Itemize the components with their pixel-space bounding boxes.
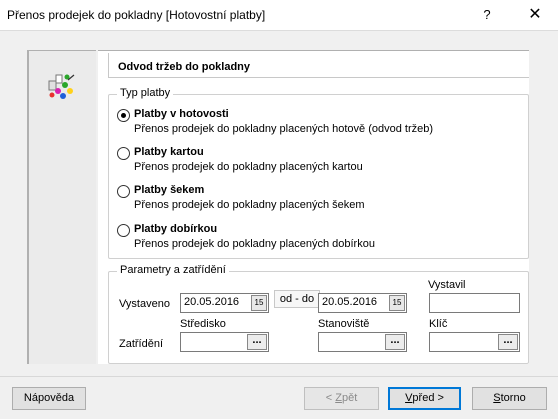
date-to-calendar-icon[interactable]: 15 [389,295,405,311]
back-accesskey: Z [335,392,342,404]
payment-type-group: Typ platby Platby v hotovosti Přenos pro… [108,87,529,259]
date-to-field[interactable]: 20.05.2016 15 [318,293,407,313]
title-bar: Přenos prodejek do pokladny [Hotovostní … [0,0,558,31]
radio-cheque-desc: Přenos prodejek do pokladny placených še… [134,199,365,211]
issuer-input[interactable] [429,293,520,313]
footer-separator [0,376,558,377]
wizard-main-panel: Odvod tržeb do pokladny Typ platby Platb… [98,50,529,364]
station-lookup-button[interactable]: ... [385,334,405,350]
radio-cash-title: Platby v hotovosti [134,108,229,120]
center-label: Středisko [180,318,226,330]
help-icon[interactable]: ? [464,0,510,30]
next-rest: před > [412,392,444,404]
cancel-rest: torno [500,392,526,404]
date-from-field[interactable]: 20.05.2016 15 [180,293,269,313]
cancel-button[interactable]: Storno [472,387,547,410]
radio-cod-desc: Přenos prodejek do pokladny placených do… [134,238,375,250]
radio-cheque-circle[interactable] [117,185,130,198]
back-prefix: < [325,392,336,404]
classify-label: Zatřídění [119,338,164,350]
wizard-icon-panel [27,50,96,364]
date-range-label: od - do [274,290,320,308]
receipts-transfer-icon [48,74,75,99]
help-button-label: Nápověda [23,392,75,404]
radio-cash-circle[interactable] [117,109,130,122]
radio-cod-circle[interactable] [117,224,130,237]
issued-label: Vystaveno [119,298,170,310]
cancel-accesskey: S [493,392,501,404]
radio-card-circle[interactable] [117,147,130,160]
panel-header-title: Odvod tržeb do pokladny [118,61,251,73]
center-lookup-button[interactable]: ... [247,334,267,350]
date-to-value: 20.05.2016 [322,296,378,308]
key-lookup-button[interactable]: ... [498,334,518,350]
radio-card-desc: Přenos prodejek do pokladny placených ka… [134,161,363,173]
help-button[interactable]: Nápověda [12,387,86,410]
window-title: Přenos prodejek do pokladny [Hotovostní … [7,8,266,22]
date-from-value: 20.05.2016 [184,296,240,308]
center-input[interactable]: ... [180,332,269,352]
station-label: Stanoviště [318,318,370,330]
payment-type-legend: Typ platby [117,87,174,99]
key-input[interactable]: ... [429,332,520,352]
key-label: Klíč [429,318,448,330]
close-icon[interactable]: ✕ [512,0,558,30]
station-input[interactable]: ... [318,332,407,352]
radio-card-title: Platby kartou [134,146,204,158]
back-rest: pět [341,392,358,404]
panel-header: Odvod tržeb do pokladny [108,53,529,78]
back-button[interactable]: < Zpět [304,387,379,410]
next-button[interactable]: Vpřed > [388,387,461,410]
radio-cash-desc: Přenos prodejek do pokladny placených ho… [134,123,434,135]
date-from-calendar-icon[interactable]: 15 [251,295,267,311]
params-legend: Parametry a zatřídění [117,264,229,276]
radio-cheque-title: Platby šekem [134,184,205,196]
radio-cod-title: Platby dobírkou [134,223,218,235]
issuer-label: Vystavil [428,279,466,291]
